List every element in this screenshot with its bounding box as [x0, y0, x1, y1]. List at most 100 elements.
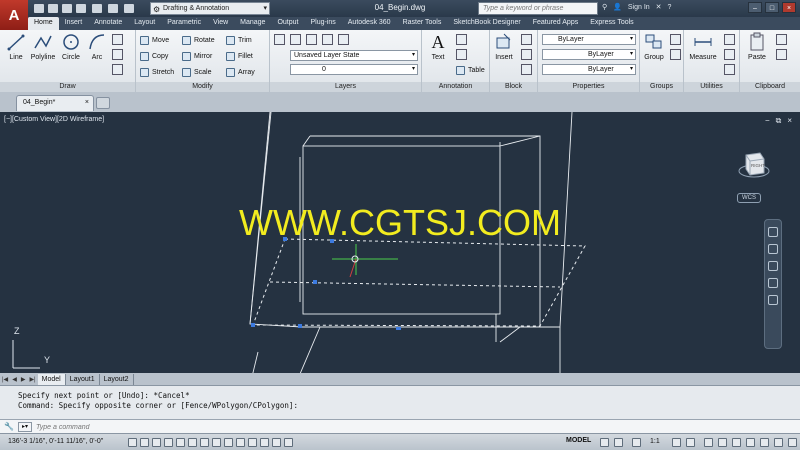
viewport-close-button[interactable]: × — [787, 116, 792, 126]
tab-autodesk-360[interactable]: Autodesk 360 — [342, 17, 397, 30]
recent-commands-icon[interactable]: ▸▾ — [18, 422, 32, 432]
calculator-icon[interactable] — [724, 49, 735, 60]
prev-tab-icon[interactable]: ◀ — [10, 376, 19, 383]
tab-layout1[interactable]: Layout1 — [66, 373, 100, 385]
layer-state-select[interactable]: Unsaved Layer State ▾ — [290, 50, 418, 61]
measure-tool[interactable]: Measure — [687, 32, 719, 61]
copy-clip-icon[interactable] — [776, 49, 787, 60]
clean-screen-icon[interactable] — [774, 438, 783, 447]
search-input[interactable]: Type a keyword or phrase — [478, 2, 598, 15]
auto-scale-icon[interactable] — [686, 438, 695, 447]
close-tab-icon[interactable]: × — [85, 96, 89, 110]
utilities-panel-title[interactable]: Utilities — [684, 82, 739, 92]
drawing-viewport[interactable]: [−][Custom View][2D Wireframe] − ⧉ × RIG… — [0, 112, 800, 385]
ungroup-icon[interactable] — [670, 34, 681, 45]
paste-tool[interactable]: Paste — [744, 32, 770, 61]
block-panel-title[interactable]: Block — [490, 82, 537, 92]
current-layer-select[interactable]: 0 ▾ — [290, 64, 418, 75]
dimension-icon[interactable] — [456, 34, 467, 45]
viewcube[interactable]: RIGHT — [734, 145, 774, 185]
ducs-icon[interactable] — [224, 438, 233, 447]
group-tool[interactable]: Group — [641, 32, 667, 61]
close-button[interactable]: × — [782, 2, 796, 13]
modify-panel-title[interactable]: Modify — [136, 82, 269, 92]
layer-properties-icon[interactable] — [274, 34, 285, 45]
insert-tool[interactable]: Insert — [491, 32, 517, 61]
properties-panel-title[interactable]: Properties — [538, 82, 639, 92]
tab-insert[interactable]: Insert — [59, 17, 89, 30]
move-tool[interactable]: Move — [140, 34, 169, 46]
mirror-tool[interactable]: Mirror — [182, 50, 212, 62]
leader-icon[interactable] — [456, 49, 467, 60]
stretch-tool[interactable]: Stretch — [140, 66, 174, 78]
dyn-icon[interactable] — [236, 438, 245, 447]
application-status-icon[interactable] — [760, 438, 769, 447]
edit-block-icon[interactable] — [521, 49, 532, 60]
polar-icon[interactable] — [176, 438, 185, 447]
quick-select-icon[interactable] — [724, 34, 735, 45]
3d-osnap-icon[interactable] — [200, 438, 209, 447]
tab-parametric[interactable]: Parametric — [161, 17, 207, 30]
isolate-objects-icon[interactable] — [746, 438, 755, 447]
selection-cycling-icon[interactable] — [284, 438, 293, 447]
annotation-scale-value[interactable]: 1:1 — [650, 438, 660, 445]
layer-icon[interactable] — [290, 34, 301, 45]
quick-view-layouts-icon[interactable] — [600, 438, 609, 447]
layers-panel-title[interactable]: Layers — [270, 82, 421, 92]
tab-express-tools[interactable]: Express Tools — [584, 17, 639, 30]
exchange-icon[interactable]: ✕ — [656, 3, 662, 11]
tab-view[interactable]: View — [207, 17, 234, 30]
tab-annotate[interactable]: Annotate — [88, 17, 128, 30]
minimize-button[interactable]: – — [748, 2, 762, 13]
id-point-icon[interactable] — [724, 64, 735, 75]
hardware-acceleration-icon[interactable] — [732, 438, 741, 447]
annotation-panel-title[interactable]: Annotation — [422, 82, 489, 92]
binoculars-icon[interactable]: ⚲ — [602, 3, 607, 11]
viewport-controls-label[interactable]: [−][Custom View][2D Wireframe] — [4, 116, 104, 123]
next-tab-icon[interactable]: ▶ — [19, 376, 28, 383]
first-tab-icon[interactable]: |◀ — [0, 376, 10, 383]
tab-home[interactable]: Home — [28, 17, 59, 30]
wrench-icon[interactable]: 🔧 — [4, 422, 14, 432]
rotate-tool[interactable]: Rotate — [182, 34, 215, 46]
group-edit-icon[interactable] — [670, 49, 681, 60]
workspace-switching-icon[interactable] — [704, 438, 713, 447]
cut-icon[interactable] — [776, 34, 787, 45]
file-tab[interactable]: 04_Begin* × — [16, 95, 94, 111]
application-menu-button[interactable]: A — [0, 0, 28, 30]
tab-sketchbook-designer[interactable]: SketchBook Designer — [447, 17, 526, 30]
snap-icon[interactable] — [140, 438, 149, 447]
command-input[interactable] — [36, 421, 776, 433]
new-tab-button[interactable] — [96, 97, 110, 109]
tab-manage[interactable]: Manage — [234, 17, 271, 30]
viewport-minimize-button[interactable]: − — [765, 116, 770, 126]
tab-plug-ins[interactable]: Plug-ins — [304, 17, 341, 30]
tab-layout[interactable]: Layout — [128, 17, 161, 30]
tab-layout2[interactable]: Layout2 — [100, 373, 134, 385]
viewport-restore-button[interactable]: ⧉ — [776, 116, 782, 126]
fillet-tool[interactable]: Fillet — [226, 50, 253, 62]
trim-tool[interactable]: Trim — [226, 34, 252, 46]
osnap-icon[interactable] — [188, 438, 197, 447]
tab-model[interactable]: Model — [37, 373, 66, 385]
polyline-tool[interactable]: Polyline — [29, 32, 57, 61]
lock-icon[interactable] — [718, 438, 727, 447]
maximize-button[interactable]: □ — [765, 2, 779, 13]
layer-freeze-icon[interactable] — [306, 34, 317, 45]
scale-tool[interactable]: Scale — [182, 66, 212, 78]
arc-tool[interactable]: Arc — [84, 32, 110, 61]
linetype-select[interactable]: ByLayer ▾ — [542, 49, 636, 60]
create-block-icon[interactable] — [521, 34, 532, 45]
transparency-icon[interactable] — [260, 438, 269, 447]
layer-lock-icon[interactable] — [322, 34, 333, 45]
tab-output[interactable]: Output — [271, 17, 304, 30]
ortho-icon[interactable] — [164, 438, 173, 447]
array-tool[interactable]: Array — [226, 66, 255, 78]
clipboard-panel-title[interactable]: Clipboard — [740, 82, 800, 92]
last-tab-icon[interactable]: ▶| — [27, 376, 37, 383]
infer-constraints-icon[interactable] — [128, 438, 137, 447]
text-tool[interactable]: A Text — [425, 32, 451, 61]
layer-isolate-icon[interactable] — [338, 34, 349, 45]
quick-properties-icon[interactable] — [272, 438, 281, 447]
circle-tool[interactable]: Circle — [58, 32, 84, 61]
